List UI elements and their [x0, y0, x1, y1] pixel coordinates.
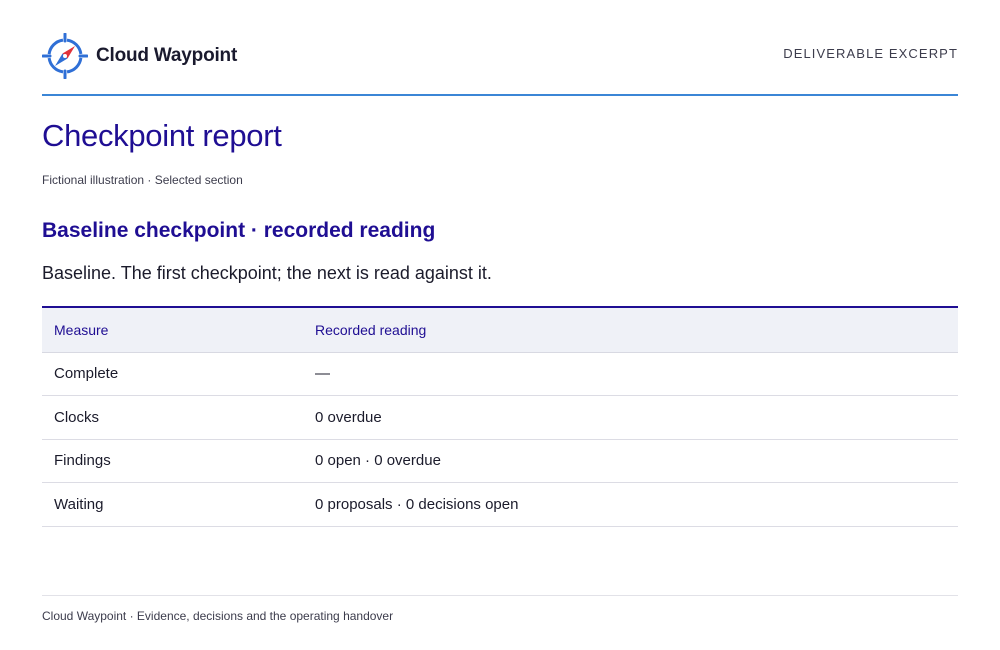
checkpoint-table: Measure Recorded reading Complete — Cloc…	[42, 306, 958, 527]
table-row: Complete —	[42, 352, 958, 396]
table-row: Clocks 0 overdue	[42, 396, 958, 439]
document-type-label: DELIVERABLE EXCERPT	[783, 46, 958, 61]
reading-cell: 0 proposals · 0 decisions open	[315, 495, 519, 513]
document-header: Cloud Waypoint DELIVERABLE EXCERPT	[42, 30, 958, 96]
compass-icon	[42, 33, 88, 79]
reading-cell: —	[315, 365, 330, 383]
section-heading: Baseline checkpoint · recorded reading	[42, 219, 436, 242]
brand-name: Cloud Waypoint	[96, 45, 238, 66]
page-subtitle: Fictional illustration · Selected sectio…	[42, 173, 243, 187]
reading-cell: 0 overdue	[315, 408, 382, 426]
brand: Cloud Waypoint	[42, 32, 237, 80]
page-title: Checkpoint report	[42, 118, 282, 153]
table-row: Findings 0 open · 0 overdue	[42, 439, 958, 483]
measure-cell: Waiting	[54, 495, 104, 513]
column-header-measure: Measure	[54, 321, 109, 338]
measure-cell: Clocks	[54, 408, 100, 426]
table-header-row: Measure Recorded reading	[42, 307, 958, 352]
document-footer: Cloud Waypoint · Evidence, decisions and…	[42, 595, 958, 623]
reading-cell: 0 open · 0 overdue	[315, 452, 441, 470]
table-row: Waiting 0 proposals · 0 decisions open	[42, 483, 958, 526]
measure-cell: Complete	[54, 365, 119, 383]
column-header-recorded-reading: Recorded reading	[315, 321, 427, 338]
section-lead: Baseline. The first checkpoint; the next…	[42, 263, 492, 283]
measure-cell: Findings	[54, 452, 111, 470]
